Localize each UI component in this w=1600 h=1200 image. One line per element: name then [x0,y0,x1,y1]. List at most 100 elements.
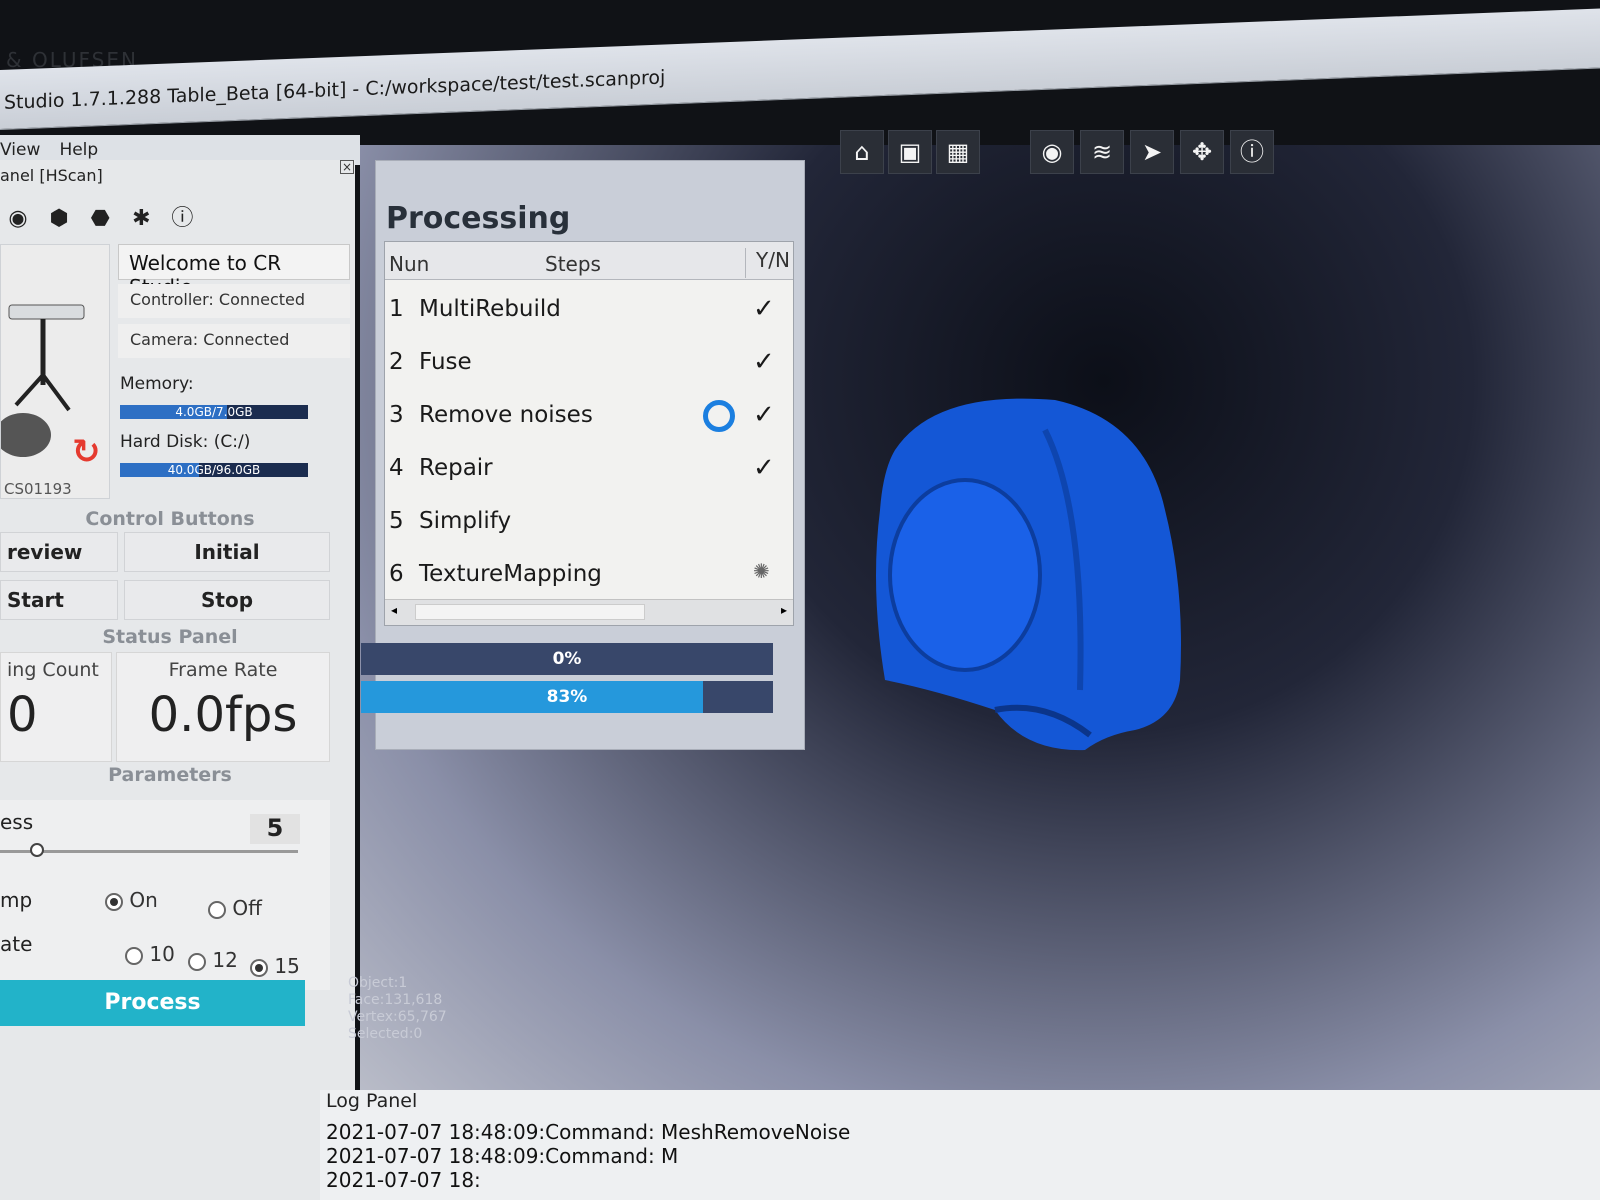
horizontal-scrollbar[interactable]: ◂ ▸ [385,599,793,625]
frame-rate-cell: Frame Rate 0.0fps [116,652,330,762]
row-num: 3 [389,402,404,428]
info-icon[interactable]: ⓘ [164,200,200,232]
texture-icon[interactable]: ▦ [936,130,980,174]
puzzle-icon[interactable]: ✱ [123,206,159,231]
eye-icon[interactable]: ◉ [1030,130,1074,174]
scanned-mesh-tape-measure[interactable] [875,390,1190,755]
row-step: Fuse [419,349,472,375]
check-icon: ✓ [753,400,775,430]
control-panel: anel [HScan] × ◉ ⬢ ⬣ ✱ ⓘ ↻ CS01193 Welco… [0,160,355,1200]
table-row[interactable]: 4 Repair ✓ [385,443,793,495]
panel-title: anel [HScan] [0,166,103,185]
param3-option-15[interactable]: 15 [250,954,300,978]
row-num: 2 [389,349,404,375]
table-row[interactable]: 5 Simplify [385,496,793,548]
radio-10[interactable] [125,946,143,965]
stat-selected: Selected:0 [348,1026,423,1042]
info-icon[interactable]: ⓘ [1230,130,1274,174]
parameters-title: Parameters [108,764,232,786]
cube-icon[interactable]: ⬢ [41,206,77,231]
mesh-icon[interactable]: ⬣ [82,206,118,231]
param2-off-label: Off [232,896,262,920]
panel-icon-bar: ◉ ⬢ ⬣ ✱ ⓘ [0,200,350,232]
memory-bar: 4.0GB/7.0GB [120,405,308,419]
row-step: Remove noises [419,402,593,428]
layers-icon[interactable]: ≋ [1080,130,1124,174]
param2-off-option[interactable]: Off [208,896,262,920]
param3-option-12[interactable]: 12 [188,948,238,972]
param3-10-label: 10 [149,942,175,966]
home-icon[interactable]: ⌂ [840,130,884,174]
table-row[interactable]: 3 Remove noises ✓ [385,390,793,442]
eye-icon[interactable]: ◉ [0,206,36,231]
param2-on-label: On [129,888,158,912]
close-icon[interactable]: × [340,160,354,174]
progress-overall-label: 0% [552,649,582,669]
control-buttons-title: Control Buttons [85,508,255,530]
processing-title: Processing [386,201,571,236]
progress-bar-overall: 0% [361,643,773,675]
disk-label: Hard Disk: (C:/) [120,432,251,452]
param1-slider-thumb[interactable] [29,843,44,857]
start-button[interactable]: Start [0,580,118,620]
log-panel: Log Panel 2021-07-07 18:48:09:Command: M… [320,1090,1600,1200]
row-num: 5 [389,508,404,534]
check-icon: ✓ [753,347,775,377]
stop-button[interactable]: Stop [124,580,330,620]
table-row[interactable]: 6 TextureMapping ✺ [385,549,793,601]
stat-object: Object:1 [348,975,408,991]
initial-button[interactable]: Initial [124,532,330,572]
log-title: Log Panel [326,1090,418,1112]
device-id: CS01193 [4,480,72,498]
camera-status: Camera: Connected [118,324,350,358]
row-num: 4 [389,455,404,481]
window-title: Studio 1.7.1.288 Table_Beta [64-bit] - C… [4,66,666,114]
count-label: ing Count [7,659,99,681]
steps-table: Nun Steps Y/N 1 MultiRebuild ✓ 2 Fuse ✓ 3 Rem… [384,241,794,626]
log-line: 2021-07-07 18:48:09:Command: MeshRemoveN… [326,1120,851,1144]
controller-status: Controller: Connected [118,284,350,318]
fit-view-icon[interactable]: ▣ [888,130,932,174]
param3-12-label: 12 [212,948,238,972]
scroll-left-icon[interactable]: ◂ [391,603,397,617]
menu-view[interactable]: View [0,140,40,160]
row-num: 6 [389,561,404,587]
scroll-right-icon[interactable]: ▸ [781,603,787,617]
row-step: Repair [419,455,493,481]
scrollbar-thumb[interactable] [415,604,645,620]
table-row[interactable]: 2 Fuse ✓ [385,337,793,389]
radio-off[interactable] [208,900,226,919]
radio-15[interactable] [250,958,268,977]
column-yn: Y/N [745,248,790,278]
column-steps: Steps [545,252,601,276]
param3-option-10[interactable]: 10 [125,942,175,966]
disk-value: 40.0GB/96.0GB [167,463,261,477]
log-line: 2021-07-07 18: [326,1168,481,1192]
move-icon[interactable]: ✥ [1180,130,1224,174]
refresh-icon[interactable]: ↻ [72,432,101,472]
memory-label: Memory: [120,374,194,394]
process-button[interactable]: Process [0,980,305,1026]
param3-label: ate [0,932,33,956]
disk-bar: 40.0GB/96.0GB [120,463,308,477]
screen: & OLUFSEN Studio 1.7.1.288 Table_Beta [6… [0,0,1600,1200]
param1-value[interactable]: 5 [250,814,300,844]
frame-rate-label: Frame Rate [168,659,278,681]
menu-help[interactable]: Help [59,140,98,160]
welcome-text: Welcome to CR Studio [118,244,350,299]
processing-dialog: Processing Nun Steps Y/N 1 MultiRebuild ✓ … [361,160,805,750]
row-step: Simplify [419,508,512,534]
check-icon: ✓ [753,453,775,483]
spinner-icon: ✺ [753,559,770,583]
param1-slider-track[interactable] [0,850,298,853]
preview-button[interactable]: review [0,532,118,572]
pointer-icon[interactable]: ➤ [1130,130,1174,174]
row-num: 1 [389,296,404,322]
radio-12[interactable] [188,952,206,971]
param2-on-option[interactable]: On [105,888,158,912]
table-row[interactable]: 1 MultiRebuild ✓ [385,284,793,336]
table-header: Nun Steps Y/N [385,242,793,280]
radio-on[interactable] [105,892,123,911]
check-icon: ✓ [753,294,775,324]
column-num: Nun [389,252,430,276]
